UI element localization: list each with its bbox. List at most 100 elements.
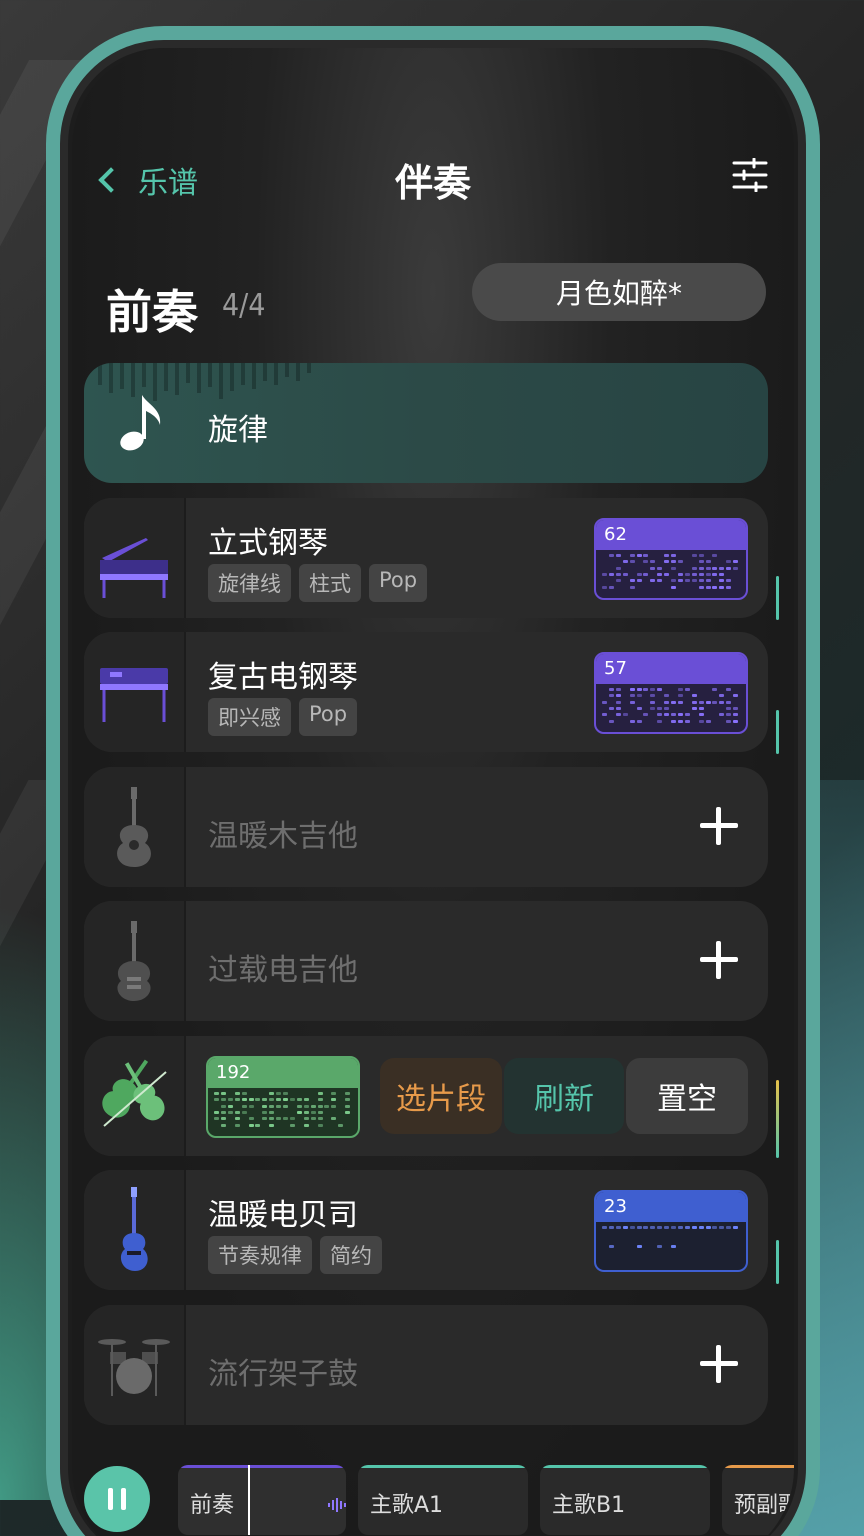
pattern-note [657, 688, 663, 691]
pattern-note [691, 573, 697, 576]
waveform-icon [328, 1493, 346, 1518]
segment-label: 主歌B1 [552, 1493, 626, 1518]
track-drums[interactable]: 流行架子鼓 [84, 1305, 768, 1425]
pattern-note [214, 1092, 219, 1095]
pattern-note [657, 713, 663, 717]
pattern-note [289, 1117, 295, 1121]
pattern-dots [602, 688, 740, 726]
pattern-note [657, 566, 663, 570]
pattern-note [269, 1092, 275, 1095]
pattern-note [269, 1117, 275, 1121]
pattern-note [220, 1104, 226, 1108]
pattern-note [276, 1117, 282, 1121]
pattern-note [629, 688, 635, 691]
tag[interactable]: Pop [299, 698, 358, 736]
pattern-note [276, 1098, 282, 1102]
track-electric-guitar[interactable]: 过载电吉他 [84, 901, 768, 1021]
pattern-note [719, 700, 725, 704]
pattern-note [650, 1226, 656, 1229]
pattern-note [602, 700, 607, 704]
melody-row[interactable]: 旋律 [84, 363, 768, 483]
pattern-note [608, 1226, 614, 1229]
timeline-segment-intro[interactable]: 前奏 [178, 1465, 346, 1535]
track-strings[interactable]: 192 选片段 刷新 置空 [84, 1036, 768, 1156]
pause-button[interactable] [84, 1466, 150, 1532]
pattern-note [719, 573, 725, 576]
tag[interactable]: 简约 [320, 1236, 382, 1274]
pattern-note [269, 1098, 275, 1102]
timeline-segment-verse-b1[interactable]: 主歌B1 [540, 1465, 710, 1535]
pattern-note [684, 1226, 690, 1229]
pattern-note [248, 1117, 254, 1121]
pattern-note [698, 585, 704, 589]
pattern-note [643, 1226, 649, 1229]
pattern-note [684, 688, 690, 691]
refresh-button[interactable]: 刷新 [504, 1058, 624, 1134]
track-acoustic-guitar[interactable]: 温暖木吉他 [84, 767, 768, 887]
pattern-note [691, 566, 697, 570]
timeline-segment-prechorus[interactable]: 预副歌 [722, 1465, 794, 1535]
tag[interactable]: 即兴感 [208, 698, 291, 736]
pattern-note [677, 713, 683, 717]
track-electric-piano[interactable]: 复古电钢琴 即兴感 Pop 57 [84, 632, 768, 752]
pattern-note [241, 1098, 247, 1102]
pattern-note [705, 1226, 711, 1229]
pattern-note [220, 1123, 226, 1127]
pattern-clip[interactable]: 57 [594, 652, 748, 734]
track-name: 流行架子鼓 [208, 1357, 358, 1392]
select-segment-button[interactable]: 选片段 [380, 1058, 502, 1134]
pattern-note [608, 585, 614, 589]
track-upright-piano[interactable]: 立式钢琴 旋律线 柱式 Pop 62 [84, 498, 768, 618]
pattern-note [643, 573, 649, 576]
pattern-note [657, 1245, 663, 1248]
pattern-note [698, 713, 704, 717]
pattern-note [657, 719, 663, 723]
pattern-note [262, 1104, 268, 1108]
tag[interactable]: Pop [369, 564, 428, 602]
pattern-note [636, 1245, 642, 1248]
pattern-note [664, 700, 670, 704]
pattern-note [345, 1111, 351, 1114]
pattern-note [733, 560, 739, 564]
style-selector-button[interactable]: 月色如醉* [472, 263, 766, 321]
pattern-note [241, 1092, 247, 1095]
pattern-note [615, 566, 621, 570]
pattern-note [664, 573, 670, 576]
pattern-note [622, 560, 628, 564]
pattern-note [602, 1226, 607, 1229]
pattern-note [733, 707, 739, 710]
tag[interactable]: 旋律线 [208, 564, 291, 602]
pattern-note [684, 719, 690, 723]
app-screen: 乐谱 伴奏 前奏 4/4 月色如醉* 旋律 立式钢琴 旋律线 柱式 Pop 62… [72, 48, 794, 1536]
pattern-note [691, 1226, 697, 1229]
pattern-note [615, 1226, 621, 1229]
pattern-clip[interactable]: 23 [594, 1190, 748, 1272]
pattern-note [345, 1092, 351, 1095]
add-track-button[interactable] [700, 941, 738, 979]
pattern-note [214, 1117, 219, 1121]
pattern-note [602, 585, 607, 589]
pattern-note [733, 719, 739, 723]
pattern-note [726, 688, 732, 691]
page-title: 伴奏 [394, 161, 471, 205]
mixer-settings-icon[interactable] [732, 157, 768, 193]
add-track-button[interactable] [700, 807, 738, 845]
pattern-note [331, 1098, 337, 1102]
clear-button[interactable]: 置空 [626, 1058, 748, 1134]
tag[interactable]: 柱式 [299, 564, 361, 602]
pattern-note [677, 579, 683, 583]
track-tags: 即兴感 Pop [208, 698, 358, 736]
pattern-note [684, 713, 690, 717]
pattern-note [726, 560, 732, 564]
pattern-note [317, 1098, 323, 1102]
pattern-note [705, 566, 711, 570]
pattern-note [310, 1111, 316, 1114]
add-track-button[interactable] [700, 1345, 738, 1383]
pattern-note [255, 1123, 261, 1127]
track-bass[interactable]: 温暖电贝司 节奏规律 简约 23 [84, 1170, 768, 1290]
timeline-segment-verse-a1[interactable]: 主歌A1 [358, 1465, 528, 1535]
tag[interactable]: 节奏规律 [208, 1236, 312, 1274]
pattern-clip[interactable]: 192 [206, 1056, 360, 1138]
pattern-note [331, 1104, 337, 1108]
pattern-clip[interactable]: 62 [594, 518, 748, 600]
